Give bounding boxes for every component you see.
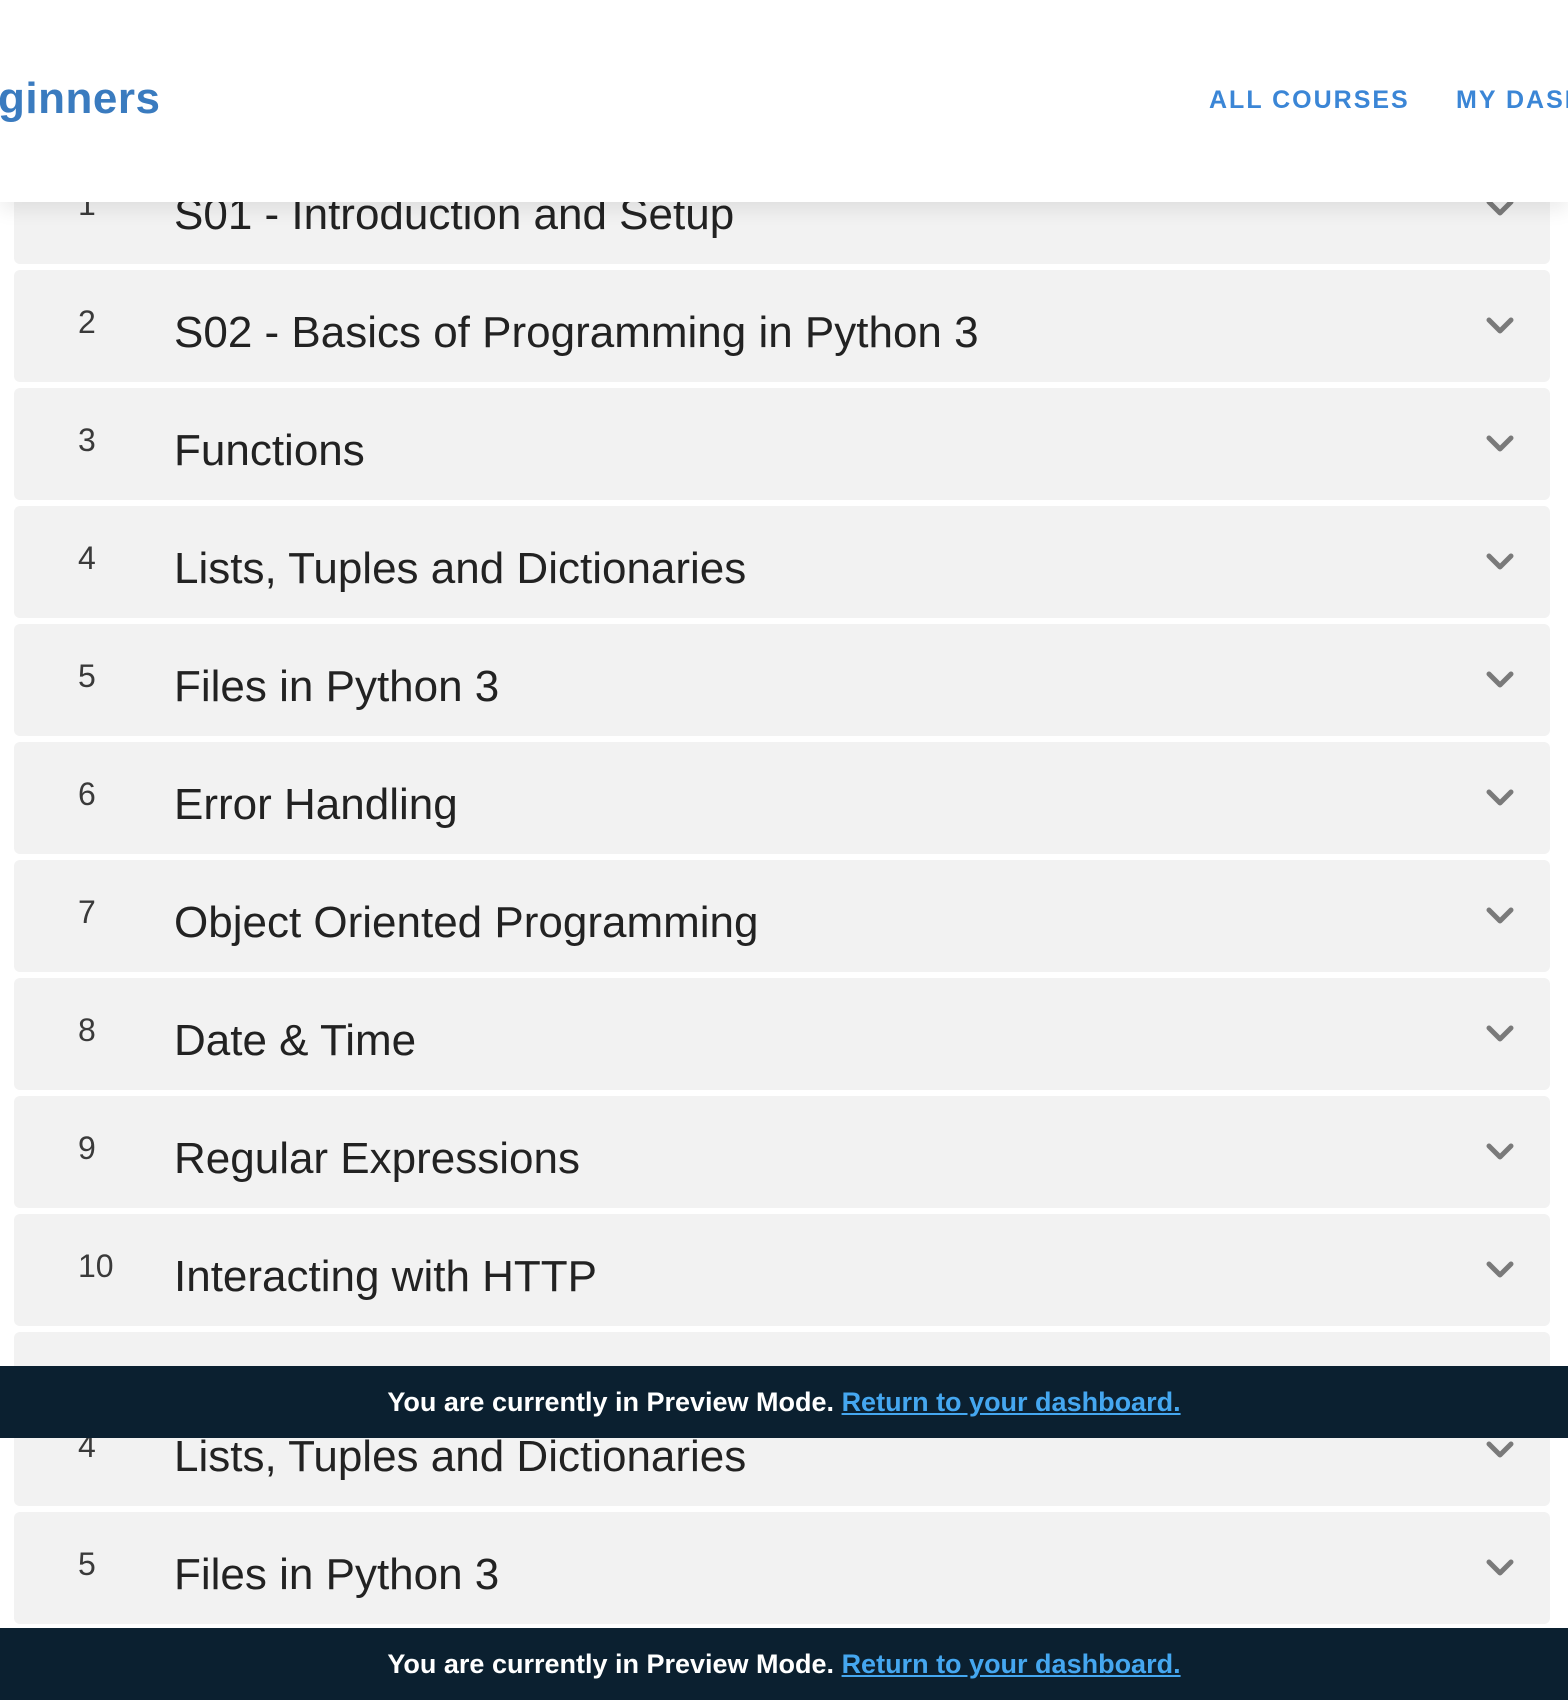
section-number: 8 [78, 1012, 96, 1048]
section-title: Error Handling [174, 780, 458, 829]
chevron-down-icon[interactable] [1486, 906, 1514, 926]
section-number: 7 [78, 894, 96, 930]
section-number: 5 [78, 1546, 96, 1582]
section-number: 9 [78, 1130, 96, 1166]
preview-mode-message: You are currently in Preview Mode. [387, 1649, 835, 1679]
section-title: Lists, Tuples and Dictionaries [174, 544, 747, 593]
site-logo[interactable]: ginners [0, 74, 160, 124]
chevron-down-icon[interactable] [1486, 552, 1514, 572]
section-number: 3 [78, 422, 96, 458]
nav-my-dashboard[interactable]: MY DASH [1456, 86, 1568, 115]
chevron-down-icon[interactable] [1486, 1558, 1514, 1578]
section-title: Date & Time [174, 1016, 417, 1065]
section-row[interactable]: 8 Date & Time [14, 978, 1550, 1090]
section-row[interactable]: 4 Lists, Tuples and Dictionaries [14, 506, 1550, 618]
section-number: 2 [78, 304, 96, 340]
section-number: 10 [78, 1248, 114, 1284]
section-row[interactable]: 5 Files in Python 3 [14, 624, 1550, 736]
section-number: 6 [78, 776, 96, 812]
section-title: S02 - Basics of Programming in Python 3 [174, 308, 979, 357]
section-row[interactable]: 6 Error Handling [14, 742, 1550, 854]
section-title: Regular Expressions [174, 1134, 580, 1183]
section-number: 5 [78, 658, 96, 694]
section-row[interactable]: 2 S02 - Basics of Programming in Python … [14, 270, 1550, 382]
chevron-down-icon[interactable] [1486, 434, 1514, 454]
site-header: ginners ALL COURSES MY DASH [0, 0, 1568, 202]
page: 1 S01 - Introduction and Setup 2 S02 - B… [0, 0, 1568, 1700]
return-to-dashboard-link[interactable]: Return to your dashboard. [842, 1387, 1181, 1417]
chevron-down-icon[interactable] [1486, 1142, 1514, 1162]
chevron-down-icon[interactable] [1486, 316, 1514, 336]
chevron-down-icon[interactable] [1486, 1024, 1514, 1044]
preview-mode-message: You are currently in Preview Mode. [387, 1387, 835, 1417]
section-title: Functions [174, 426, 365, 475]
chevron-down-icon[interactable] [1486, 1260, 1514, 1280]
section-row[interactable]: 10 Interacting with HTTP [14, 1214, 1550, 1326]
chevron-down-icon[interactable] [1486, 788, 1514, 808]
section-row[interactable]: 9 Regular Expressions [14, 1096, 1550, 1208]
section-title: Files in Python 3 [174, 662, 500, 711]
section-row[interactable]: 7 Object Oriented Programming [14, 860, 1550, 972]
chevron-down-icon[interactable] [1486, 670, 1514, 690]
section-number: 4 [78, 540, 96, 576]
preview-mode-banner: You are currently in Preview Mode. Retur… [0, 1366, 1568, 1438]
return-to-dashboard-link[interactable]: Return to your dashboard. [842, 1649, 1181, 1679]
section-title: Interacting with HTTP [174, 1252, 598, 1301]
section-title: Object Oriented Programming [174, 898, 759, 947]
chevron-down-icon[interactable] [1486, 1440, 1514, 1460]
section-title: Files in Python 3 [174, 1550, 500, 1599]
section-title: Lists, Tuples and Dictionaries [174, 1432, 747, 1481]
curriculum-section-list: 1 S01 - Introduction and Setup 2 S02 - B… [14, 152, 1550, 1450]
section-row[interactable]: 5 Files in Python 3 [14, 1512, 1550, 1624]
nav-all-courses[interactable]: ALL COURSES [1209, 86, 1410, 115]
preview-mode-banner: You are currently in Preview Mode. Retur… [0, 1628, 1568, 1700]
section-row[interactable]: 3 Functions [14, 388, 1550, 500]
